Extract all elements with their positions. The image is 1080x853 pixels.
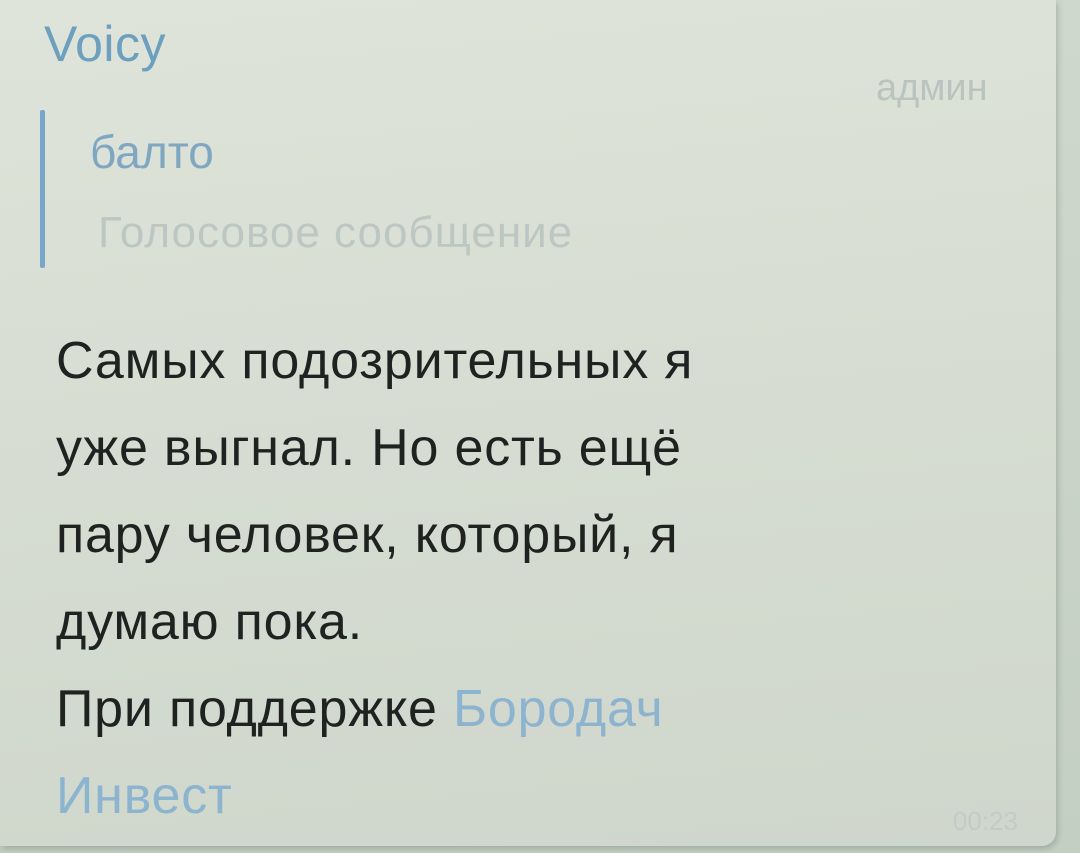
footer-line-2: Инвест: [56, 753, 1046, 840]
message-line: пару человек, который, я: [56, 506, 679, 564]
sponsor-link-continued[interactable]: Инвест: [56, 767, 233, 825]
reply-author: балто: [90, 126, 214, 178]
footer-prefix: При поддержке: [56, 680, 438, 738]
reply-bar: [40, 110, 45, 268]
reply-quote[interactable]: балто Голосовое сообщение: [40, 110, 800, 268]
message-bubble[interactable]: Voicy админ балто Голосовое сообщение Са…: [0, 0, 1056, 846]
sponsor-link[interactable]: Бородач: [453, 680, 664, 738]
chat-screen: Voicy админ балто Голосовое сообщение Са…: [0, 0, 1080, 853]
message-text: Самых подозрительных я уже выгнал. Но ес…: [56, 318, 1046, 840]
footer-line: При поддержке Бородач: [56, 666, 1046, 753]
message-line: думаю пока.: [56, 593, 364, 651]
admin-badge: админ: [876, 67, 988, 109]
reply-text: Голосовое сообщение: [98, 208, 574, 257]
message-line: Самых подозрительных я: [56, 332, 694, 390]
message-line: уже выгнал. Но есть ещё: [56, 419, 682, 477]
sender-name[interactable]: Voicy: [44, 14, 166, 74]
message-time: 00:23: [952, 806, 1018, 836]
